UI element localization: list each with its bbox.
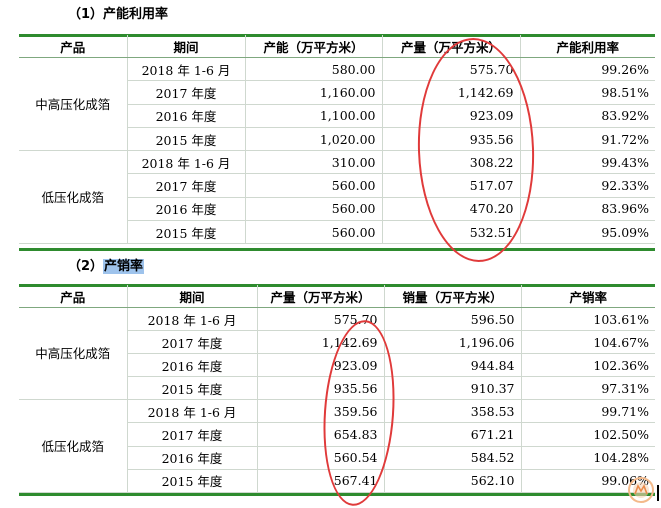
- section-title-sales-ratio: （2）产销率: [68, 258, 145, 276]
- rate-cell: 99.43%: [519, 150, 655, 175]
- section-title-text: 产能利用率: [103, 7, 169, 22]
- period-cell: 2016 年度: [127, 103, 246, 128]
- product-cell: 低压化成箔: [19, 150, 128, 245]
- period-cell: 2016 年度: [127, 196, 246, 222]
- period-cell: 2018 年 1-6 月: [126, 399, 258, 424]
- ratio-cell: 104.28%: [520, 445, 655, 470]
- ratio-cell: 97.31%: [520, 376, 655, 401]
- period-cell: 2018 年 1-6 月: [126, 56, 246, 82]
- table-row: 低压化成箔 2018 年 1-6 月 310.00 308.22 99.43%: [19, 150, 655, 245]
- sales-cell: 584.52: [383, 445, 522, 470]
- sales-cell: 1,196.06: [383, 330, 522, 355]
- rate-cell: 98.51%: [519, 80, 655, 105]
- period-cell: 2016 年度: [127, 353, 258, 378]
- period-cell: 2015 年度: [127, 220, 246, 245]
- table-row: 中高压化成箔 2018 年 1-6 月 580.00 575.70 99.26%: [19, 56, 655, 152]
- period-cell: 2016 年度: [127, 445, 258, 470]
- period-cell: 2017 年度: [127, 80, 246, 105]
- capacity-utilization-table: 产品 期间 产能（万平方米） 产量（万平方米） 产能利用率 中高压化成箔 201…: [19, 35, 655, 245]
- section-title-capacity-utilization: （1）产能利用率: [68, 6, 168, 24]
- rate-cell: 91.72%: [519, 126, 655, 152]
- product-cell: 低压化成箔: [19, 399, 128, 493]
- capacity-cell: 310.00: [244, 150, 383, 175]
- header-capacity: 产能（万平方米）: [244, 35, 383, 58]
- period-cell: 2018 年 1-6 月: [126, 150, 246, 175]
- header-sales-ratio: 产销率: [520, 285, 655, 308]
- capacity-cell: 580.00: [244, 56, 383, 82]
- period-cell: 2017 年度: [127, 173, 246, 198]
- sales-cell: 358.53: [383, 399, 522, 424]
- period-cell: 2015 年度: [127, 468, 258, 493]
- sales-cell: 910.37: [383, 376, 522, 401]
- section-number: （1）: [68, 7, 104, 22]
- section-number: （2）: [68, 259, 104, 274]
- table-bottom-rule: [19, 248, 655, 251]
- period-cell: 2015 年度: [127, 126, 246, 152]
- rate-cell: 83.92%: [519, 103, 655, 128]
- table-row: 中高压化成箔 2018 年 1-6 月 575.70 596.50 103.61…: [19, 306, 655, 401]
- capacity-cell: 560.00: [244, 196, 383, 222]
- mr-logo-icon: [628, 477, 654, 503]
- ratio-cell: 102.50%: [520, 422, 655, 447]
- sales-cell: 944.84: [383, 353, 522, 378]
- table-header-row: 产品 期间 产量（万平方米） 销量（万平方米） 产销率: [19, 285, 655, 308]
- ratio-cell: 103.61%: [520, 306, 655, 332]
- text-cursor-icon: [657, 485, 659, 501]
- header-period: 期间: [126, 35, 246, 58]
- rate-cell: 99.26%: [519, 56, 655, 82]
- rate-cell: 92.33%: [519, 173, 655, 198]
- ratio-cell: 99.71%: [520, 399, 655, 424]
- capacity-cell: 1,020.00: [244, 126, 383, 152]
- product-cell: 中高压化成箔: [19, 306, 128, 401]
- capacity-cell: 560.00: [244, 173, 383, 198]
- sales-cell: 671.21: [383, 422, 522, 447]
- header-period: 期间: [126, 285, 258, 308]
- header-product: 产品: [19, 35, 128, 58]
- capacity-cell: 1,160.00: [244, 80, 383, 105]
- period-cell: 2017 年度: [127, 330, 258, 355]
- header-product: 产品: [19, 285, 128, 308]
- table-header-row: 产品 期间 产能（万平方米） 产量（万平方米） 产能利用率: [19, 35, 655, 58]
- section-title-text-highlighted: 产销率: [103, 259, 145, 274]
- header-utilization-rate: 产能利用率: [519, 35, 655, 58]
- sales-cell: 596.50: [383, 306, 522, 332]
- rate-cell: 95.09%: [519, 220, 655, 245]
- period-cell: 2017 年度: [127, 422, 258, 447]
- capacity-cell: 1,100.00: [244, 103, 383, 128]
- period-cell: 2018 年 1-6 月: [126, 306, 258, 332]
- sales-cell: 562.10: [383, 468, 522, 493]
- header-output: 产量（万平方米）: [256, 285, 385, 308]
- product-cell: 中高压化成箔: [19, 56, 128, 152]
- capacity-cell: 560.00: [244, 220, 383, 245]
- header-sales: 销量（万平方米）: [383, 285, 522, 308]
- ratio-cell: 102.36%: [520, 353, 655, 378]
- ratio-cell: 104.67%: [520, 330, 655, 355]
- rate-cell: 83.96%: [519, 196, 655, 222]
- period-cell: 2015 年度: [127, 376, 258, 401]
